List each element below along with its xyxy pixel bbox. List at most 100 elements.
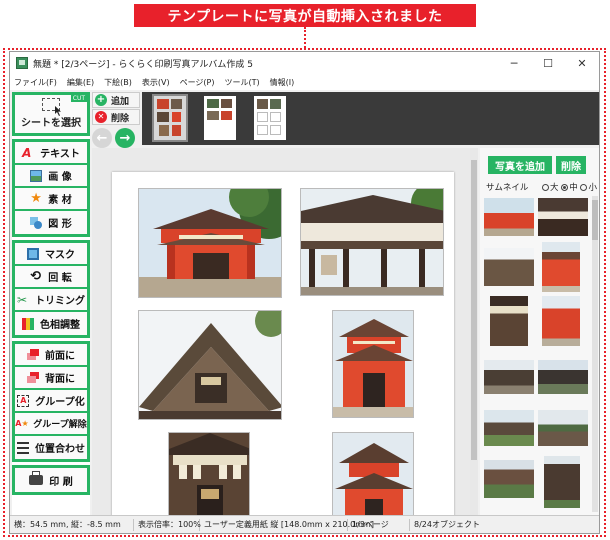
menu-page[interactable]: ページ(P)	[180, 77, 215, 88]
menu-info[interactable]: 情報(I)	[270, 77, 295, 88]
bring-front-icon	[27, 348, 39, 361]
color-adjust-tool-button[interactable]: 色相調整	[15, 312, 87, 335]
photo-thumb-3[interactable]	[484, 248, 534, 286]
canvas-scroll-thumb[interactable]	[471, 160, 477, 460]
album-page[interactable]	[112, 172, 454, 516]
photo-red-tower-gate[interactable]	[332, 310, 414, 418]
size-medium-label: 中	[569, 183, 578, 193]
add-page-button[interactable]: + 追加	[92, 92, 140, 108]
photo-thumb-1[interactable]	[484, 198, 534, 236]
size-small-label: 小	[588, 183, 597, 193]
material-tool-button[interactable]: ★ 素 材	[15, 188, 87, 211]
image-tool-button[interactable]: 画 像	[15, 165, 87, 188]
paper-size: ユーザー定義用紙 縦 [148.0mm x 210.0mm]	[200, 518, 374, 531]
menu-background[interactable]: 下絵(B)	[104, 77, 132, 88]
photo-wooden-hall[interactable]	[300, 188, 444, 296]
minimize-button[interactable]: ─	[497, 52, 531, 74]
thumbnail-size-label: サムネイル	[486, 183, 529, 193]
callout-pointer	[304, 27, 306, 48]
size-small-radio[interactable]	[580, 184, 588, 191]
photo-thumb-11[interactable]	[484, 460, 534, 498]
photo-thumb-10[interactable]	[538, 410, 588, 446]
photo-thumb-4[interactable]	[542, 242, 580, 292]
shape-tool-label: 図 形	[48, 219, 72, 230]
add-page-label: 追加	[111, 96, 130, 107]
page-thumbnail-1[interactable]	[152, 94, 188, 142]
object-count: 8/24オブジェクト	[414, 519, 480, 529]
group-icon: A	[17, 394, 30, 407]
canvas-vertical-scrollbar[interactable]	[470, 148, 478, 516]
select-sheet-label: シートを選択	[21, 118, 81, 129]
delete-page-button[interactable]: ✕ 削除	[92, 109, 140, 125]
shape-icon	[30, 216, 43, 229]
image-icon	[30, 169, 43, 182]
rotate-icon: ⟲	[30, 268, 42, 284]
zoom-level: 表示倍率：100%	[134, 518, 201, 531]
photo-panel-scrollbar[interactable]	[592, 196, 598, 512]
mask-tool-label: マスク	[45, 250, 75, 261]
group-button[interactable]: A グループ化	[15, 390, 87, 413]
close-button[interactable]: ✕	[565, 52, 599, 74]
mask-icon	[27, 247, 39, 260]
window-title: 無題 * [2/3ページ] - らくらく印刷写真アルバム作成 5	[33, 59, 254, 70]
align-label: 位置合わせ	[35, 444, 85, 455]
select-sheet-button[interactable]: CUT シートを選択	[12, 92, 90, 136]
photo-red-pagoda[interactable]	[332, 432, 414, 516]
menu-file[interactable]: ファイル(F)	[14, 77, 57, 88]
trim-tool-button[interactable]: ✂ トリミング	[15, 289, 87, 312]
app-icon	[16, 57, 28, 69]
cursor-position: 横：54.5 mm, 縦：-8.5 mm	[10, 518, 134, 531]
page-indicator: 1/3ページ	[348, 518, 410, 531]
delete-photo-button[interactable]: 削除	[556, 156, 586, 174]
page-thumbnail-3[interactable]	[254, 96, 286, 140]
thumbnail-size-options: 大 中 小	[542, 181, 597, 193]
photo-shrine-lanterns[interactable]	[168, 432, 250, 516]
page-thumbnail-2[interactable]	[204, 96, 236, 140]
next-page-icon[interactable]: →	[115, 128, 135, 148]
align-icon	[17, 441, 29, 454]
delete-page-label: 削除	[111, 113, 130, 124]
menu-tools[interactable]: ツール(T)	[225, 77, 260, 88]
align-button[interactable]: 位置合わせ	[15, 436, 87, 459]
photo-thumb-8[interactable]	[538, 360, 588, 394]
size-large-label: 大	[550, 183, 559, 193]
ungroup-button[interactable]: A★ グループ解除	[15, 413, 87, 436]
text-tool-button[interactable]: A テキスト	[15, 142, 87, 165]
size-medium-radio[interactable]	[561, 184, 569, 191]
send-back-button[interactable]: 背面に	[15, 367, 87, 390]
menu-view[interactable]: 表示(V)	[142, 77, 170, 88]
print-label: 印 刷	[49, 476, 73, 488]
photo-thumb-7[interactable]	[484, 360, 534, 394]
maximize-button[interactable]: ☐	[531, 52, 565, 74]
add-photo-button[interactable]: 写真を追加	[488, 156, 552, 174]
group-label: グループ化	[35, 397, 85, 408]
photo-thumb-9[interactable]	[484, 410, 534, 446]
shape-tool-button[interactable]: 図 形	[15, 211, 87, 234]
tool-group-print: 印 刷	[12, 465, 90, 495]
photo-thumb-6[interactable]	[542, 296, 580, 346]
photo-thumb-12[interactable]	[544, 456, 580, 508]
photo-panel-scroll-thumb[interactable]	[592, 200, 598, 240]
material-tool-label: 素 材	[48, 195, 72, 206]
bring-front-label: 前面に	[45, 351, 75, 362]
size-large-radio[interactable]	[542, 184, 549, 191]
status-bar: 横：54.5 mm, 縦：-8.5 mm 表示倍率：100% ユーザー定義用紙 …	[10, 515, 599, 533]
star-icon: ★	[30, 190, 42, 206]
photo-roof-gable[interactable]	[138, 310, 282, 420]
tool-panel: CUT シートを選択 A テキスト 画 像 ★ 素 材 図 形 マスク ⟲ 回 …	[12, 92, 90, 516]
mask-tool-button[interactable]: マスク	[15, 243, 87, 266]
ungroup-label: グループ解除	[33, 420, 87, 430]
print-button[interactable]: 印 刷	[15, 468, 87, 492]
prev-page-icon[interactable]: ←	[92, 128, 112, 148]
rotate-tool-button[interactable]: ⟲ 回 転	[15, 266, 87, 289]
photo-thumb-2[interactable]	[538, 198, 588, 236]
cut-badge: CUT	[70, 95, 87, 102]
plus-icon: +	[95, 94, 107, 106]
photo-thumb-5[interactable]	[490, 296, 528, 346]
bring-front-button[interactable]: 前面に	[15, 344, 87, 367]
menu-edit[interactable]: 編集(E)	[67, 77, 94, 88]
page-nav: + 追加 ✕ 削除 ← →	[92, 92, 140, 156]
editing-canvas[interactable]	[92, 148, 470, 516]
photo-shrine-gate[interactable]	[138, 188, 282, 298]
menu-bar: ファイル(F) 編集(E) 下絵(B) 表示(V) ページ(P) ツール(T) …	[10, 74, 599, 90]
